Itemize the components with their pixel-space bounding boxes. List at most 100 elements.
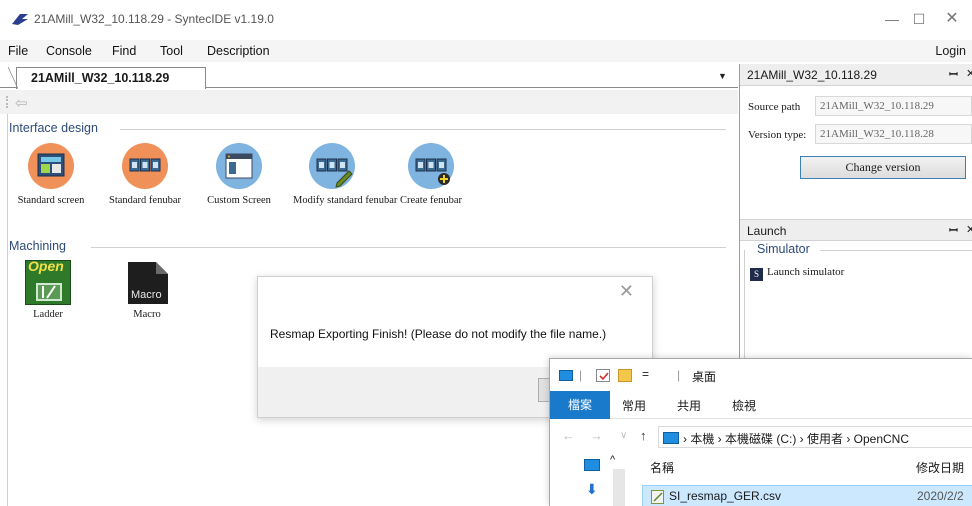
up-icon[interactable]: ↑ bbox=[640, 428, 647, 443]
toolbar-grip-icon bbox=[6, 96, 8, 108]
launch-panel-header: Launch ꟷ ✕ bbox=[740, 219, 972, 241]
close-window-button[interactable]: ✕ bbox=[940, 8, 964, 30]
this-pc-icon bbox=[663, 432, 679, 444]
desktop-icon bbox=[559, 370, 573, 381]
create-fenubar-icon bbox=[408, 143, 454, 189]
tool-modify-standard-fenubar[interactable]: Modify standard fenubar bbox=[293, 143, 398, 206]
title-bar: 21AMill_W32_10.118.29 - SyntecIDE v1.19.… bbox=[0, 0, 972, 38]
file-name: SI_resmap_GER.csv bbox=[669, 489, 782, 503]
ladder-icon: Open bbox=[25, 258, 71, 305]
tool-label: Create fenubar bbox=[399, 195, 463, 206]
content-border bbox=[7, 114, 8, 506]
tool-create-fenubar[interactable]: Create fenubar bbox=[394, 143, 468, 206]
simulator-icon: S bbox=[750, 268, 763, 281]
menu-console[interactable]: Console bbox=[46, 44, 92, 58]
navigation-pane: ^ ⬇ bbox=[550, 451, 630, 506]
back-arrow-icon[interactable]: ⇦ bbox=[15, 94, 28, 112]
maximize-button[interactable]: ☐ bbox=[907, 8, 931, 30]
properties-icon[interactable] bbox=[596, 369, 610, 382]
group-title-interface-design: Interface design bbox=[9, 121, 98, 135]
document-tab-strip: 21AMill_W32_10.118.29 ▼ bbox=[0, 64, 738, 89]
tool-label: Modify standard fenubar bbox=[293, 195, 398, 206]
address-bar[interactable]: › 本機 › 本機磁碟 (C:) › 使用者 › OpenCNC bbox=[658, 426, 972, 448]
explorer-title: 桌面 bbox=[692, 370, 717, 384]
minimize-button[interactable]: — bbox=[880, 8, 904, 30]
tool-custom-screen[interactable]: Custom Screen bbox=[203, 143, 275, 206]
tool-standard-screen[interactable]: Standard screen bbox=[14, 143, 88, 206]
change-version-button[interactable]: Change version bbox=[800, 156, 966, 179]
forward-icon[interactable]: → bbox=[590, 428, 603, 443]
tab-dropdown-button[interactable]: ▼ bbox=[718, 71, 727, 81]
source-path-label: Source path bbox=[748, 101, 801, 113]
menu-file[interactable]: File bbox=[8, 44, 28, 58]
tool-macro[interactable]: Macro Macro bbox=[119, 260, 175, 320]
tab-file[interactable]: 檔案 bbox=[550, 391, 610, 419]
tool-label: Macro bbox=[133, 309, 161, 320]
qat-separator: | bbox=[579, 368, 583, 382]
version-type-field[interactable]: 21AMill_W32_10.118.28 bbox=[815, 124, 972, 144]
standard-fenubar-icon bbox=[122, 143, 168, 189]
macro-icon: Macro bbox=[124, 260, 170, 305]
menu-description[interactable]: Description bbox=[207, 44, 270, 58]
group-divider bbox=[820, 250, 972, 251]
this-pc-icon[interactable] bbox=[584, 459, 600, 471]
tab-share[interactable]: 共用 bbox=[677, 397, 701, 414]
downloads-icon[interactable]: ⬇ bbox=[586, 481, 598, 498]
tab-project[interactable]: 21AMill_W32_10.118.29 bbox=[8, 67, 206, 89]
pin-icon[interactable]: ꟷ bbox=[949, 67, 958, 82]
qat-separator: | bbox=[677, 368, 681, 382]
dialog-close-button[interactable]: ✕ bbox=[619, 281, 634, 302]
group-divider bbox=[91, 247, 726, 248]
tool-ladder[interactable]: Open Ladder bbox=[22, 258, 74, 320]
panel-close-icon[interactable]: ✕ bbox=[966, 67, 972, 80]
launch-simulator-label: Launch simulator bbox=[767, 266, 845, 278]
ladder-icon-text: Open bbox=[28, 258, 64, 274]
tab-home[interactable]: 常用 bbox=[622, 397, 646, 414]
csv-file-icon bbox=[651, 490, 664, 504]
syntec-logo-icon bbox=[12, 14, 28, 25]
launch-simulator-item[interactable]: S Launch simulator bbox=[750, 266, 844, 281]
group-title-simulator: Simulator bbox=[757, 242, 810, 256]
qat-customize-icon[interactable]: = bbox=[642, 367, 649, 381]
tool-standard-fenubar[interactable]: Standard fenubar bbox=[105, 143, 185, 206]
navigation-strip: ⇦ bbox=[0, 90, 738, 114]
login-link[interactable]: Login bbox=[935, 44, 966, 58]
nav-scrollbar[interactable] bbox=[613, 469, 625, 506]
collapse-icon[interactable]: ^ bbox=[610, 454, 615, 466]
group-divider bbox=[120, 129, 726, 130]
tool-label: Standard screen bbox=[17, 195, 85, 206]
tool-label: Custom Screen bbox=[207, 195, 271, 206]
standard-screen-icon bbox=[28, 143, 74, 189]
custom-screen-icon bbox=[216, 143, 262, 189]
project-panel-header: 21AMill_W32_10.118.29 ꟷ ✕ bbox=[740, 64, 972, 86]
menu-tool[interactable]: Tool bbox=[160, 44, 183, 58]
launch-panel-title: Launch bbox=[747, 224, 787, 238]
back-icon[interactable]: ← bbox=[562, 428, 575, 443]
file-row[interactable]: SI_resmap_GER.csv 2020/2/2 bbox=[642, 485, 972, 506]
dialog-message: Resmap Exporting Finish! (Please do not … bbox=[270, 327, 607, 341]
address-bar-row: ← → ∨ ↑ › 本機 › 本機磁碟 (C:) › 使用者 › OpenCNC bbox=[550, 421, 972, 451]
panel-close-icon[interactable]: ✕ bbox=[966, 223, 972, 236]
project-panel-title: 21AMill_W32_10.118.29 bbox=[747, 68, 877, 82]
new-folder-icon[interactable] bbox=[618, 369, 632, 382]
file-explorer-window: | = | 桌面 檔案 常用 共用 檢視 ← → ∨ ↑ › 本機 › 本機磁碟… bbox=[549, 358, 972, 506]
tool-label: Ladder bbox=[33, 309, 63, 320]
quick-access-toolbar: | = | 桌面 bbox=[550, 359, 972, 391]
menu-bar: File Console Find Tool Description Login bbox=[0, 40, 972, 62]
column-header-date[interactable]: 修改日期 bbox=[916, 459, 964, 476]
ribbon-tabs: 檔案 常用 共用 檢視 bbox=[550, 391, 972, 419]
column-header-name[interactable]: 名稱 bbox=[650, 459, 674, 476]
window-title: 21AMill_W32_10.118.29 - SyntecIDE v1.19.… bbox=[34, 12, 274, 26]
pin-icon[interactable]: ꟷ bbox=[949, 223, 958, 238]
tool-label: Standard fenubar bbox=[108, 195, 181, 206]
macro-icon-text: Macro bbox=[131, 289, 162, 301]
file-modified-date: 2020/2/2 bbox=[917, 489, 964, 503]
version-type-label: Version type: bbox=[748, 129, 807, 141]
group-title-machining: Machining bbox=[9, 239, 66, 253]
address-path: › 本機 › 本機磁碟 (C:) › 使用者 › OpenCNC bbox=[683, 432, 910, 446]
source-path-field[interactable]: 21AMill_W32_10.118.29 bbox=[815, 96, 972, 116]
recent-locations-icon[interactable]: ∨ bbox=[620, 430, 627, 441]
tab-view[interactable]: 檢視 bbox=[732, 397, 756, 414]
modify-fenubar-icon bbox=[309, 143, 355, 189]
menu-find[interactable]: Find bbox=[112, 44, 136, 58]
